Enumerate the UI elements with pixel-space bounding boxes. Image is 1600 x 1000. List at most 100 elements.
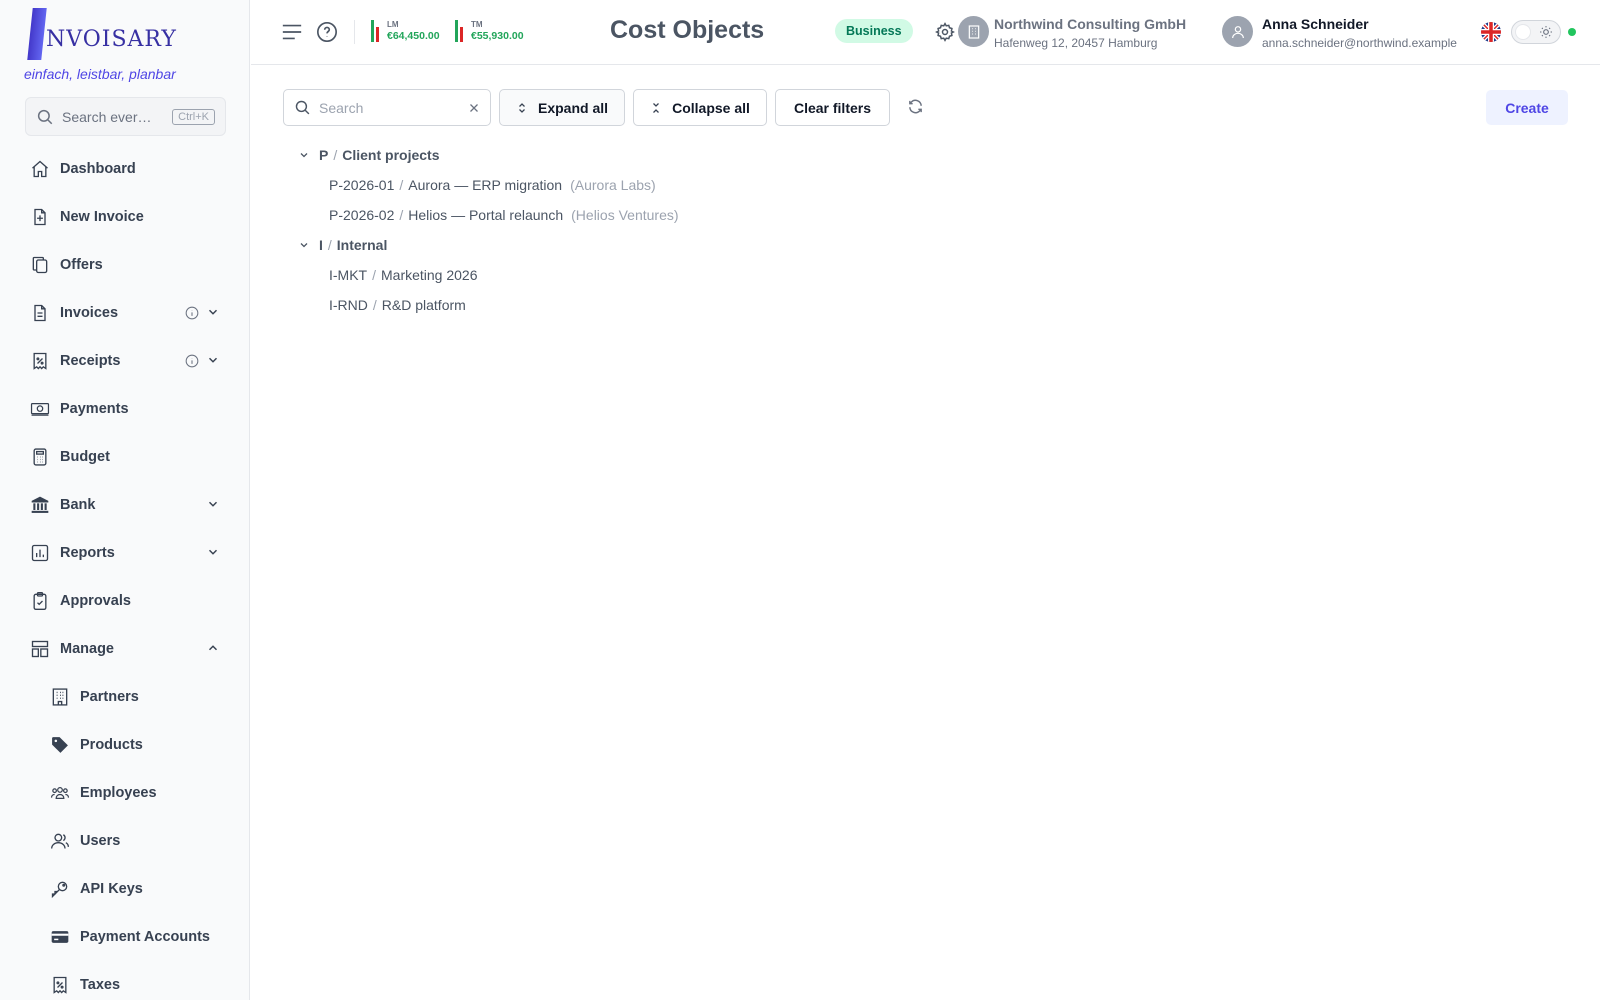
global-search-placeholder: Search ever…: [62, 108, 152, 125]
stat-value: €64,450.00: [387, 30, 440, 42]
file-plus-icon: [30, 207, 50, 227]
sidebar-item-payment-accounts[interactable]: Payment Accounts: [0, 913, 249, 961]
bank-icon: [30, 495, 50, 515]
building-icon: [968, 24, 979, 39]
app-logo[interactable]: NVOISARY: [27, 6, 177, 60]
clear-filters-button[interactable]: Clear filters: [775, 89, 890, 126]
logo-mark: [27, 8, 47, 60]
stat-this-month[interactable]: TM €55,930.00: [455, 20, 524, 42]
item-code: I-RND: [329, 297, 368, 313]
info-icon[interactable]: [185, 306, 199, 320]
tree-item[interactable]: P-2026-01/Aurora — ERP migration (Aurora …: [294, 170, 679, 200]
user-email: anna.schneider@northwind.example: [1262, 36, 1457, 50]
help-icon[interactable]: [316, 21, 338, 43]
gear-icon[interactable]: [935, 22, 955, 42]
plan-badge: Business: [835, 19, 913, 43]
item-name: R&D platform: [381, 297, 466, 313]
sidebar-item-label: New Invoice: [60, 209, 144, 225]
search-icon: [37, 109, 53, 124]
copy-icon: [30, 255, 50, 275]
company-name: Northwind Consulting GmbH: [994, 16, 1187, 32]
theme-toggle[interactable]: [1511, 20, 1561, 44]
create-button[interactable]: Create: [1486, 90, 1568, 125]
chevron-down-icon[interactable]: [206, 497, 220, 511]
home-icon: [30, 159, 50, 179]
clear-search-icon[interactable]: [468, 102, 480, 114]
cost-object-search[interactable]: [283, 89, 491, 126]
layout-icon: [30, 639, 50, 659]
sidebar-item-label: Employees: [80, 785, 157, 801]
tree-group-internal[interactable]: I / Internal: [294, 230, 679, 260]
receipt-percent-icon: [30, 351, 50, 371]
sidebar-item-users[interactable]: Users: [0, 817, 249, 865]
item-code: I-MKT: [329, 267, 368, 283]
clear-filters-label: Clear filters: [793, 99, 872, 116]
chevron-up-icon[interactable]: [206, 641, 220, 655]
sidebar-item-label: Reports: [60, 545, 115, 561]
info-icon[interactable]: [185, 354, 199, 368]
separator: /: [327, 237, 332, 253]
sidebar-item-offers[interactable]: Offers: [0, 241, 249, 289]
refresh-icon[interactable]: [907, 98, 924, 115]
search-icon: [295, 100, 310, 115]
stat-last-month[interactable]: LM €64,450.00: [371, 20, 440, 42]
sidebar-item-dashboard[interactable]: Dashboard: [0, 145, 249, 193]
clipboard-check-icon: [30, 591, 50, 611]
users-icon: [50, 831, 70, 851]
item-partner: (Aurora Labs): [570, 177, 656, 193]
uk-flag-icon[interactable]: [1481, 22, 1501, 42]
sidebar-item-api-keys[interactable]: API Keys: [0, 865, 249, 913]
logo-text: NVOISARY: [46, 27, 177, 52]
company-avatar[interactable]: [958, 16, 989, 47]
sun-icon: [1540, 26, 1552, 38]
cost-objects-tree: P / Client projects P-2026-01/Aurora — ERP…: [294, 140, 679, 320]
menu-icon[interactable]: [281, 22, 303, 42]
collapse-all-button[interactable]: Collapse all: [633, 89, 767, 126]
sidebar-item-budget[interactable]: Budget: [0, 433, 249, 481]
user-avatar[interactable]: [1222, 16, 1253, 47]
sidebar-item-manage[interactable]: Manage: [0, 625, 249, 673]
sidebar-item-label: API Keys: [80, 881, 143, 897]
separator: /: [399, 177, 404, 193]
chevron-down-icon[interactable]: [294, 149, 314, 161]
expand-all-button[interactable]: Expand all: [499, 89, 625, 126]
page-title: Cost Objects: [610, 16, 765, 44]
sidebar-item-label: Bank: [60, 497, 96, 513]
group-name: Internal: [336, 237, 388, 253]
sidebar-item-bank[interactable]: Bank: [0, 481, 249, 529]
sidebar-item-reports[interactable]: Reports: [0, 529, 249, 577]
sidebar-item-approvals[interactable]: Approvals: [0, 577, 249, 625]
chevron-down-icon[interactable]: [206, 305, 220, 319]
sidebar-item-employees[interactable]: Employees: [0, 769, 249, 817]
tree-item[interactable]: P-2026-02/Helios — Portal relaunch (Helio…: [294, 200, 679, 230]
search-input[interactable]: [319, 99, 468, 116]
stat-bars-icon: [371, 20, 381, 42]
sidebar: NVOISARY einfach, leistbar, planbar Sear…: [0, 0, 250, 1000]
chevron-down-icon[interactable]: [206, 545, 220, 559]
sidebar-item-new-invoice[interactable]: New Invoice: [0, 193, 249, 241]
company-info[interactable]: Northwind Consulting GmbH Hafenweg 12, 2…: [994, 16, 1186, 50]
sidebar-item-payments[interactable]: Payments: [0, 385, 249, 433]
sidebar-item-products[interactable]: Products: [0, 721, 249, 769]
tree-item[interactable]: I-RND / R&D platform: [294, 290, 679, 320]
chevron-down-icon[interactable]: [206, 353, 220, 367]
tree-group-client-projects[interactable]: P / Client projects: [294, 140, 679, 170]
sidebar-item-label: Receipts: [60, 353, 121, 369]
tree-item[interactable]: I-MKT / Marketing 2026: [294, 260, 679, 290]
separator: /: [333, 147, 338, 163]
users-group-icon: [50, 783, 70, 803]
chevron-down-icon[interactable]: [294, 239, 314, 251]
chevrons-up-down-icon: [519, 102, 525, 113]
sidebar-item-taxes[interactable]: Taxes: [0, 961, 249, 1000]
sidebar-item-partners[interactable]: Partners: [0, 673, 249, 721]
sidebar-item-label: Manage: [60, 641, 114, 657]
sidebar-item-label: Payment Accounts: [80, 929, 210, 945]
global-search[interactable]: Search ever… Ctrl+K: [25, 97, 226, 136]
sidebar-item-label: Users: [80, 833, 121, 849]
sidebar-item-label: Offers: [60, 257, 103, 273]
sidebar-item-receipts[interactable]: Receipts: [0, 337, 249, 385]
sidebar-item-label: Payments: [60, 401, 129, 417]
sidebar-item-invoices[interactable]: Invoices: [0, 289, 249, 337]
stat-label: LM: [387, 20, 399, 29]
user-info[interactable]: Anna Schneider anna.schneider@northwind.…: [1262, 16, 1457, 50]
